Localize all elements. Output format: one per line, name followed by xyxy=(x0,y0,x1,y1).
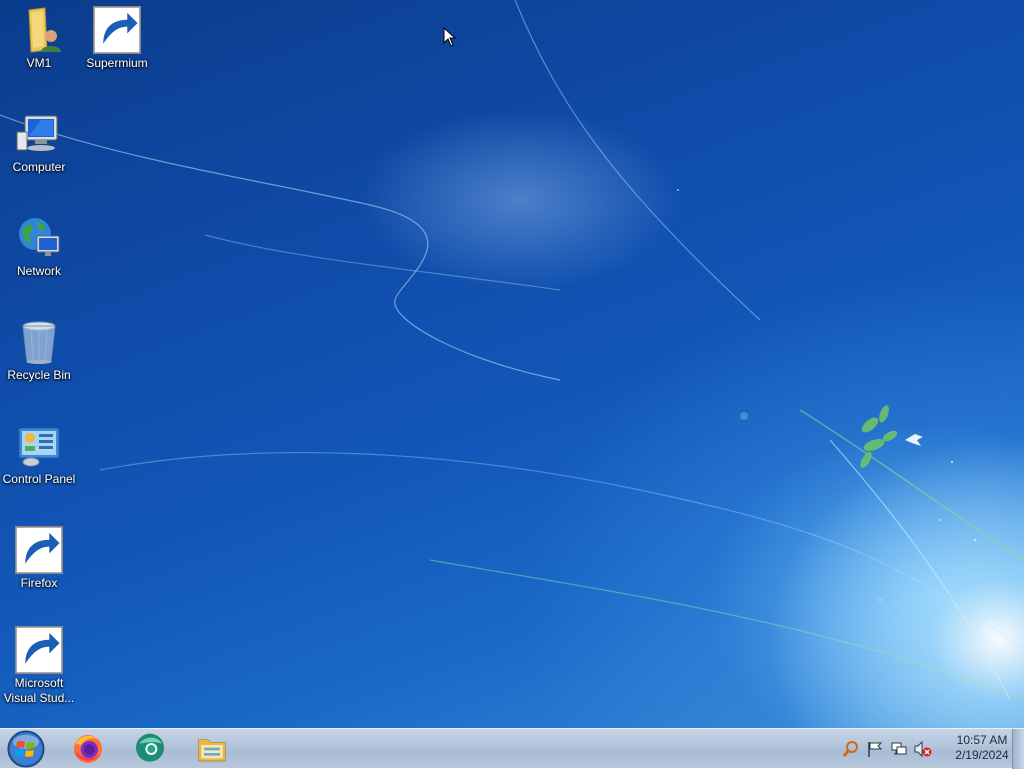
supermium-icon xyxy=(93,6,141,54)
user-folder-icon xyxy=(15,6,63,54)
desktop-icon-visual-studio[interactable]: Microsoft Visual Stud... xyxy=(0,626,78,706)
visual-studio-icon xyxy=(15,626,63,674)
desktop-icon-firefox[interactable]: Firefox xyxy=(0,526,78,591)
network-icon xyxy=(15,214,63,262)
shortcut-arrow-icon xyxy=(93,6,141,54)
system-tray: 10:57 AM 2/19/2024 xyxy=(834,729,1024,769)
start-button[interactable] xyxy=(6,730,46,768)
show-desktop-button[interactable] xyxy=(1012,729,1024,769)
taskbar: 10:57 AM 2/19/2024 xyxy=(0,728,1024,769)
taskbar-firefox-button[interactable] xyxy=(64,731,112,767)
file-explorer-icon xyxy=(198,739,226,762)
desktop-icon-supermium[interactable]: Supermium xyxy=(78,6,156,71)
desktop-icon-network[interactable]: Network xyxy=(0,214,78,279)
desktop-icon-label: Supermium xyxy=(86,56,148,70)
desktop-icon-label: Control Panel xyxy=(2,472,76,486)
desktop-icon-label: Computer xyxy=(12,160,66,174)
control-panel-icon xyxy=(15,422,63,470)
desktop[interactable]: VM1 Supermium Computer Network Recycle B… xyxy=(0,0,1024,728)
wallpaper-art xyxy=(0,0,1024,701)
desktop-icon-computer[interactable]: Computer xyxy=(0,110,78,175)
recycle-bin-icon xyxy=(15,318,63,366)
firefox-icon xyxy=(15,526,63,574)
desktop-icon-vm1[interactable]: VM1 xyxy=(0,6,78,71)
taskbar-supermium-button[interactable] xyxy=(126,731,174,767)
taskbar-explorer-button[interactable] xyxy=(188,731,236,767)
firefox-icon xyxy=(74,735,102,763)
flag-icon[interactable] xyxy=(866,741,884,757)
desktop-icon-label: Recycle Bin xyxy=(7,368,71,382)
clock[interactable]: 10:57 AM 2/19/2024 xyxy=(948,733,1016,763)
desktop-icon-label: Microsoft Visual Stud... xyxy=(3,676,75,705)
desktop-icon-control-panel[interactable]: Control Panel xyxy=(0,422,78,487)
supermium-icon xyxy=(136,733,164,762)
shortcut-arrow-icon xyxy=(15,626,63,674)
mouse-cursor-icon xyxy=(443,27,457,47)
search-icon[interactable] xyxy=(842,741,860,757)
clock-time: 10:57 AM xyxy=(956,733,1008,747)
desktop-icon-label: Network xyxy=(16,264,61,278)
computer-icon xyxy=(15,110,63,158)
volume-muted-icon[interactable] xyxy=(914,741,932,757)
network-status-icon[interactable] xyxy=(890,741,908,757)
desktop-icon-label: Firefox xyxy=(20,576,58,590)
desktop-icon-recycle-bin[interactable]: Recycle Bin xyxy=(0,318,78,383)
windows-start-icon xyxy=(7,730,45,768)
desktop-icon-label: VM1 xyxy=(26,56,52,70)
shortcut-arrow-icon xyxy=(15,526,63,574)
clock-date: 2/19/2024 xyxy=(955,748,1009,762)
